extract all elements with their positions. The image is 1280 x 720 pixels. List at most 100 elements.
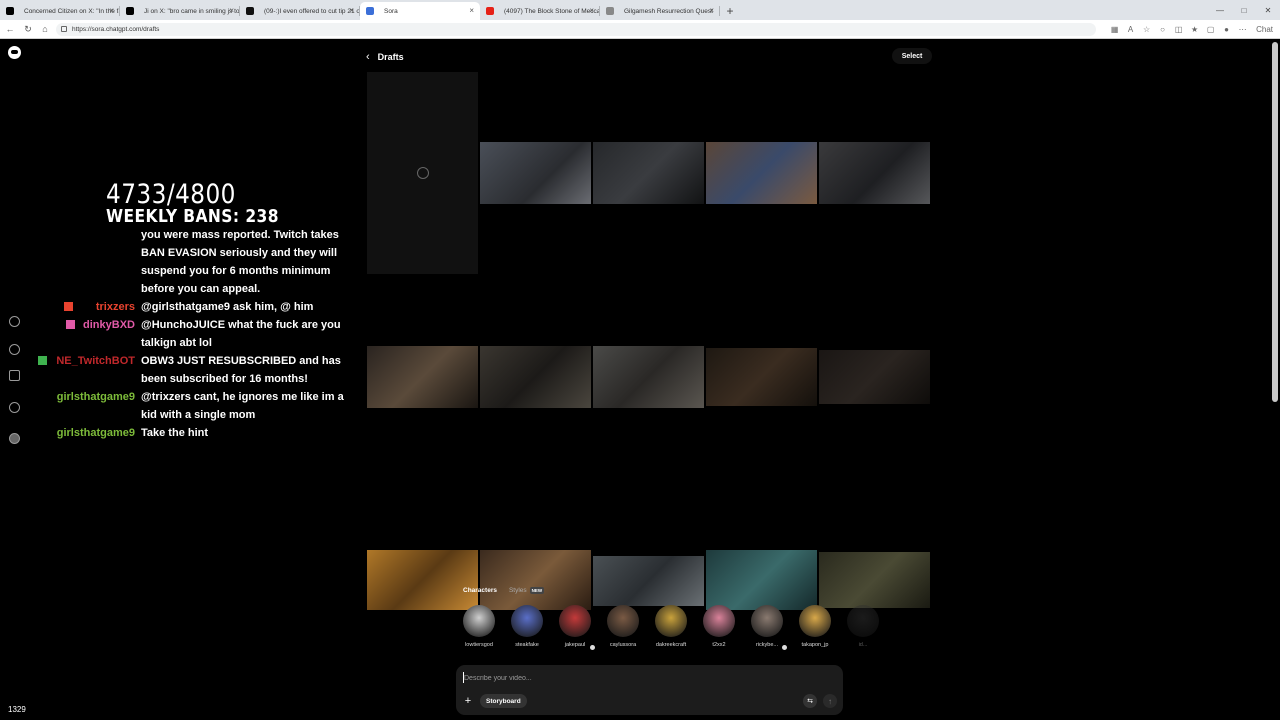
loading-spinner-icon	[416, 167, 429, 179]
arrow-up-icon[interactable]: ↑	[823, 694, 837, 708]
draft-thumbnail[interactable]	[367, 346, 478, 408]
grid-icon[interactable]: ▦	[1108, 23, 1121, 36]
refresh-icon[interactable]: ↻	[22, 23, 34, 35]
minimize-icon[interactable]: —	[1208, 0, 1232, 20]
chat-text: talkign abt lol	[141, 337, 212, 349]
chat-text: @HunchoJUICE what the fuck are you	[141, 319, 341, 331]
character-name: takapon_jp	[801, 642, 829, 648]
composer-tabs: Characters Styles NEW	[463, 587, 556, 594]
draft-thumbnail[interactable]	[706, 550, 817, 610]
collections-icon[interactable]: ▢	[1204, 23, 1217, 36]
tab-styles[interactable]: Styles NEW	[509, 587, 545, 594]
close-window-icon[interactable]: ✕	[1256, 0, 1280, 20]
window-controls: — □ ✕	[1208, 0, 1280, 20]
chat-text: been subscribed for 16 months!	[141, 373, 308, 385]
draft-thumbnail[interactable]	[819, 142, 930, 204]
tab-favicon-icon	[486, 7, 494, 15]
character-item[interactable]: dakreekcraft	[649, 605, 693, 648]
tab-close-icon[interactable]: ×	[589, 6, 594, 15]
draft-thumbnail[interactable]	[593, 556, 704, 606]
prompt-input[interactable]	[464, 671, 824, 685]
verified-icon	[590, 645, 595, 650]
tab-close-icon[interactable]: ×	[709, 6, 714, 15]
favorites-icon[interactable]: ★	[1188, 23, 1201, 36]
back-chevron-icon[interactable]: ‹	[366, 51, 370, 63]
character-name: lowtiersgod	[465, 642, 493, 648]
url-field[interactable]: https://sora.chatgpt.com/drafts	[56, 23, 1096, 36]
draft-thumbnail[interactable]	[706, 142, 817, 204]
tab-close-icon[interactable]: ×	[469, 6, 474, 15]
scrollbar[interactable]	[1272, 42, 1278, 402]
character-item[interactable]: lowtiersgod	[457, 605, 501, 648]
browser-tab[interactable]: Sora ×	[360, 2, 480, 20]
favorite-star-icon[interactable]: ☆	[1140, 23, 1153, 36]
avatar	[703, 605, 735, 637]
chat-text: OBW3 JUST RESUBSCRIBED and has	[141, 355, 341, 367]
character-item[interactable]: caylussora	[601, 605, 645, 648]
character-item[interactable]: jakepaul	[553, 605, 597, 650]
chat-username[interactable]: dinkyBXD	[0, 316, 135, 334]
draft-thumbnail[interactable]	[819, 552, 930, 608]
more-menu-icon[interactable]: ⋯	[1236, 23, 1249, 36]
draft-thumbnail[interactable]	[480, 346, 591, 408]
chat-username[interactable]: girlsthatgame9	[0, 424, 135, 442]
chat-text: @girlsthatgame9 ask him, @ him	[141, 301, 314, 313]
browser-tab[interactable]: Gilgamesh Resurrection Quest ×	[600, 2, 720, 20]
avatar	[559, 605, 591, 637]
browser-tab[interactable]: (4097) The Block Stone of Mecca ×	[480, 2, 600, 20]
draft-thumbnail[interactable]	[593, 346, 704, 408]
tab-favicon-icon	[246, 7, 254, 15]
avatar	[511, 605, 543, 637]
select-button[interactable]: Select	[892, 48, 932, 64]
tab-favicon-icon	[126, 7, 134, 15]
avatar	[847, 605, 879, 637]
tab-close-icon[interactable]: ×	[349, 6, 354, 15]
extensions-icon[interactable]: ○	[1156, 23, 1169, 36]
back-nav-icon[interactable]: ←	[4, 23, 16, 35]
plus-icon[interactable]: +	[461, 694, 475, 708]
draft-thumbnail[interactable]	[480, 550, 591, 610]
draft-thumbnail[interactable]	[593, 142, 704, 204]
avatar	[751, 605, 783, 637]
draft-thumbnail[interactable]	[367, 550, 478, 610]
profile-icon[interactable]: ●	[1220, 23, 1233, 36]
split-screen-icon[interactable]: ◫	[1172, 23, 1185, 36]
character-item[interactable]: t2xx2	[697, 605, 741, 648]
draft-thumbnail[interactable]	[706, 348, 817, 406]
browser-tab[interactable]: (09-:)I even offered to cut tip 21 o ×	[240, 2, 360, 20]
chat-username[interactable]: trixzers	[0, 298, 135, 316]
read-aloud-icon[interactable]: A	[1124, 23, 1137, 36]
character-item[interactable]: id...	[841, 605, 885, 648]
tab-close-icon[interactable]: ×	[109, 6, 114, 15]
chat-username[interactable]: girlsthatgame9	[0, 388, 135, 406]
tab-favicon-icon	[606, 7, 614, 15]
character-item[interactable]: takapon_jp	[793, 605, 837, 648]
viewer-count: 1329	[8, 705, 26, 714]
storyboard-button[interactable]: Storyboard	[480, 694, 527, 708]
tab-separator	[719, 6, 720, 16]
browser-tab[interactable]: Concerned Citizen on X: "In the fa ×	[0, 2, 120, 20]
browser-tab[interactable]: Ji on X: "bro came in smiling js to ×	[120, 2, 240, 20]
restore-icon[interactable]: □	[1232, 0, 1256, 20]
avatar	[655, 605, 687, 637]
draft-thumbnail[interactable]	[480, 142, 591, 204]
draft-loading-tile[interactable]	[367, 72, 478, 274]
new-tab-button[interactable]: +	[720, 2, 740, 20]
draft-thumbnail[interactable]	[819, 350, 930, 404]
new-badge: NEW	[529, 587, 545, 594]
home-icon[interactable]: ⌂	[39, 23, 51, 35]
tab-favicon-icon	[6, 7, 14, 15]
drafts-header: ‹ Drafts	[366, 49, 404, 65]
character-item[interactable]: steakfake	[505, 605, 549, 648]
chat-text: you were mass reported. Twitch takes	[141, 229, 339, 241]
copilot-chat-button[interactable]: Chat	[1252, 23, 1277, 36]
tab-close-icon[interactable]: ×	[229, 6, 234, 15]
sora-logo-icon[interactable]	[8, 46, 21, 59]
tab-title: Sora	[384, 7, 398, 15]
sliders-icon[interactable]: ⇆	[803, 694, 817, 708]
tab-characters[interactable]: Characters	[463, 587, 497, 594]
weekly-bans: WEEKLY BANS: 238	[106, 206, 279, 227]
chat-username[interactable]: NE_TwitchBOT	[0, 352, 135, 370]
character-item[interactable]: rickybe...	[745, 605, 789, 650]
browser-toolbar-icons: ▦ A ☆ ○ ◫ ★ ▢ ● ⋯ Chat	[1108, 23, 1280, 36]
